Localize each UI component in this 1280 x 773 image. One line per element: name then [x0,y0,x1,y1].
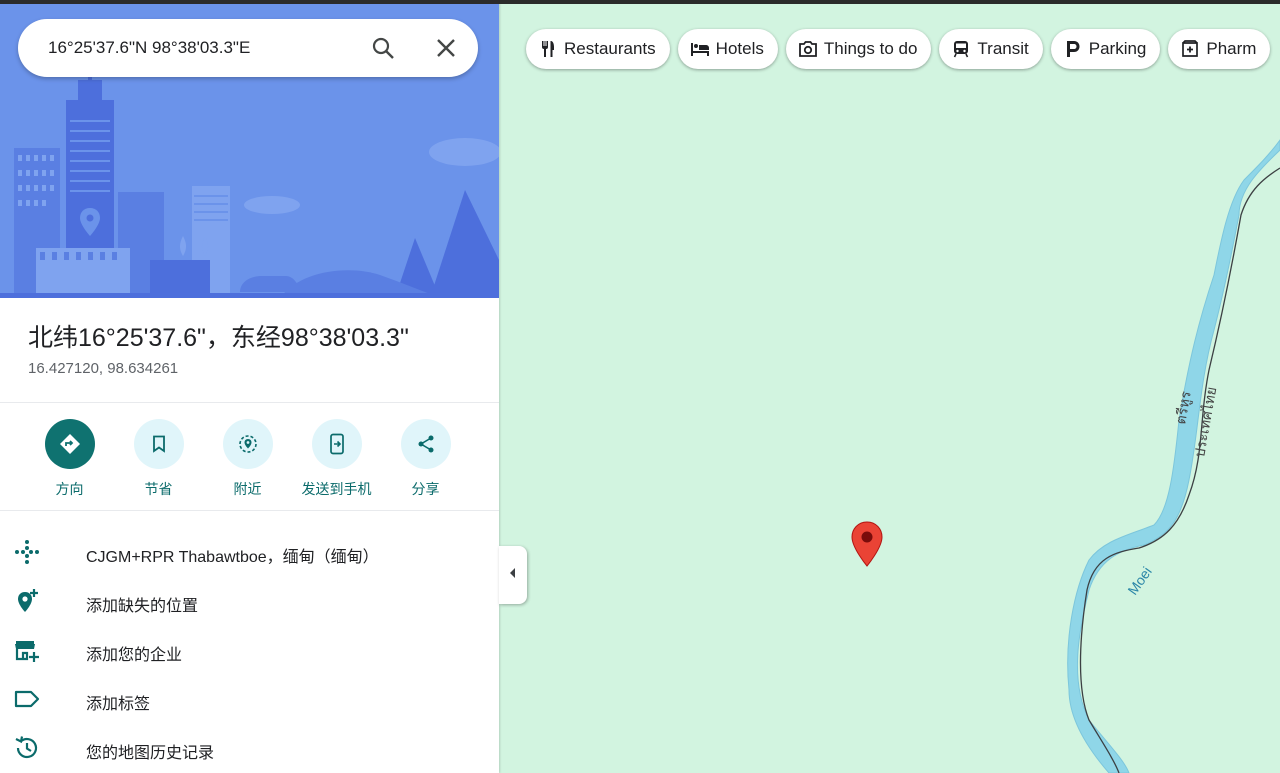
action-buttons: 方向 节省 附近 发送到手机 分享 [25,419,470,499]
chevron-left-icon [508,566,518,584]
parking-icon [1063,39,1083,59]
river-label: Moei [1124,564,1155,598]
chip-label: Things to do [823,39,918,58]
send-to-phone-label: 发送到手机 [301,481,372,497]
share-icon [400,419,451,469]
directions-button[interactable]: 方向 [25,419,114,499]
category-chips: Restaurants Hotels Things to do Transit … [526,29,1271,71]
search-box [18,19,478,77]
send-to-phone-button[interactable]: 发送到手机 [292,419,381,499]
history-text: 您的地图历史记录 [86,744,215,762]
chip-transit[interactable]: Transit [939,29,1043,69]
directions-label: 方向 [55,481,84,497]
add-business-row[interactable]: 添加您的企业 [0,628,499,677]
add-business-text: 添加您的企业 [86,646,183,664]
map-canvas[interactable]: Moei ประเทศไทย ตรีหูร [499,0,1280,773]
map-terrain: Moei ประเทศไทย ตรีหูร [1067,139,1280,773]
save-label: 节省 [144,481,173,497]
restaurant-icon [538,39,558,59]
divider [0,510,499,511]
send-to-phone-icon [311,419,362,469]
camera-icon [798,39,818,59]
map-history-row[interactable]: 您的地图历史记录 [0,726,499,773]
chip-hotels[interactable]: Hotels [677,29,778,69]
place-title: 北纬16°25'37.6"，东经98°38'03.3" [28,324,409,352]
nearby-label: 附近 [233,481,262,497]
hotel-icon [690,39,710,59]
share-button[interactable]: 分享 [381,419,470,499]
transit-icon [951,39,971,59]
add-missing-place-row[interactable]: 添加缺失的位置 [0,579,499,628]
plus-code-row[interactable]: CJGM+RPR Thabawtboe，缅甸（缅甸） [0,530,499,579]
location-pin-icon[interactable] [850,520,884,573]
moei-river [1067,139,1280,773]
collapse-panel-button[interactable] [499,546,527,604]
place-panel: 北纬16°25'37.6"，东经98°38'03.3" 16.427120, 9… [0,0,499,773]
nearby-button[interactable]: 附近 [203,419,292,499]
pharmacy-icon [1180,39,1200,59]
add-label-text: 添加标签 [86,695,151,713]
directions-icon [44,419,95,469]
chip-label: Pharm [1206,39,1257,58]
share-label: 分享 [411,481,440,497]
divider [0,402,499,403]
search-icon[interactable] [370,35,396,61]
window-top-bar [0,0,1280,4]
chip-label: Parking [1088,39,1147,58]
place-coordinates: 16.427120, 98.634261 [28,360,179,377]
bookmark-icon [133,419,184,469]
search-input[interactable] [46,37,350,59]
plus-code-text: CJGM+RPR Thabawtboe，缅甸（缅甸） [86,548,379,566]
nearby-icon [222,419,273,469]
chip-pharmacy[interactable]: Pharm [1168,29,1271,69]
chip-things-to-do[interactable]: Things to do [785,29,932,69]
chip-label: Hotels [715,39,764,58]
chip-label: Restaurants [564,39,656,58]
chip-label: Transit [977,39,1029,58]
save-button[interactable]: 节省 [114,419,203,499]
info-list: CJGM+RPR Thabawtboe，缅甸（缅甸） 添加缺失的位置 添加您的企… [0,530,499,773]
close-icon[interactable] [433,35,459,61]
chip-restaurants[interactable]: Restaurants [526,29,670,69]
add-place-text: 添加缺失的位置 [86,597,199,615]
chip-parking[interactable]: Parking [1050,29,1161,69]
add-label-row[interactable]: 添加标签 [0,677,499,726]
